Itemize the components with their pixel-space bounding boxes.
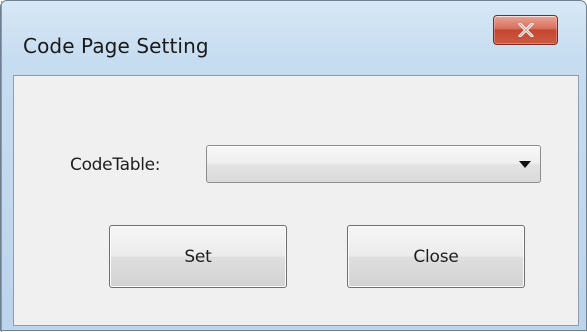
set-button[interactable]: Set — [109, 225, 287, 288]
window-edge — [1, 1, 2, 332]
close-button[interactable]: Close — [347, 225, 525, 288]
dialog-window: Code Page Setting CodeTable: Set Close — [0, 0, 587, 332]
chevron-down-icon — [519, 161, 531, 168]
code-table-dropdown[interactable] — [206, 145, 541, 183]
window-title: Code Page Setting — [23, 34, 209, 58]
close-icon — [518, 23, 534, 37]
dialog-client-area: CodeTable: Set Close — [13, 75, 579, 326]
code-table-label: CodeTable: — [70, 155, 161, 175]
window-close-button[interactable] — [493, 15, 558, 45]
